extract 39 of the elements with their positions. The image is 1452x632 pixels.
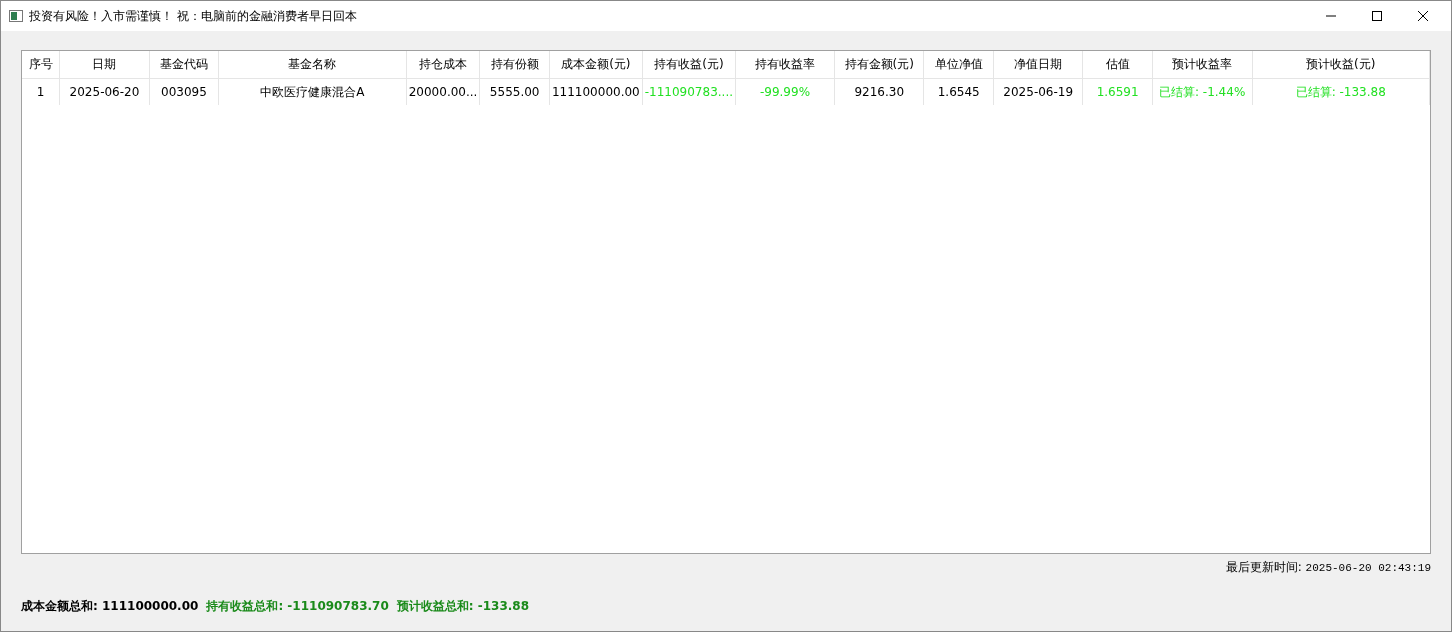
table-cell: 已结算: -1.44% [1152, 78, 1252, 105]
table-cell: -111090783.... [642, 78, 736, 105]
last-update-label: 最后更新时间: [1225, 560, 1302, 574]
column-header[interactable]: 预计收益率 [1152, 51, 1252, 78]
column-header[interactable]: 单位净值 [924, 51, 994, 78]
column-header[interactable]: 日期 [59, 51, 150, 78]
close-icon [1418, 11, 1428, 21]
summary-total: 成本金额总和: 111100000.00 [21, 597, 199, 615]
column-header[interactable]: 估值 [1083, 51, 1153, 78]
table-cell: 中欧医疗健康混合A [218, 78, 407, 105]
table-cell: 1 [22, 78, 60, 105]
column-header[interactable]: 基金代码 [149, 51, 219, 78]
column-header[interactable]: 持有收益(元) [642, 51, 736, 78]
table-cell: 20000.00... [406, 78, 480, 105]
app-icon [9, 10, 23, 22]
table-cell: 111100000.00 [549, 78, 643, 105]
table-cell: 9216.30 [834, 78, 924, 105]
column-header[interactable]: 序号 [22, 51, 60, 78]
table-cell: -99.99% [735, 78, 835, 105]
table-cell: 003095 [149, 78, 219, 105]
table-cell: 2025-06-20 [59, 78, 150, 105]
table-cell: 1.6545 [924, 78, 994, 105]
column-header[interactable]: 净值日期 [993, 51, 1083, 78]
column-header[interactable]: 持有份额 [479, 51, 550, 78]
column-header[interactable]: 预计收益(元) [1252, 51, 1430, 78]
window-title: 投资有风险！入市需谨慎！ 祝：电脑前的金融消费者早日回本 [29, 8, 357, 25]
last-update-time: 2025-06-20 02:43:19 [1305, 562, 1431, 574]
summary-total: 预计收益总和: -133.88 [396, 597, 530, 615]
table-cell: 已结算: -133.88 [1252, 78, 1430, 105]
column-header[interactable]: 持仓成本 [406, 51, 480, 78]
table-cell: 1.6591 [1083, 78, 1153, 105]
column-header[interactable]: 持有金额(元) [834, 51, 924, 78]
column-header[interactable]: 基金名称 [218, 51, 407, 78]
column-header[interactable]: 持有收益率 [735, 51, 835, 78]
table-cell: 2025-06-19 [993, 78, 1083, 105]
summary-total: 持有收益总和: -111090783.70 [206, 597, 389, 615]
maximize-icon [1372, 11, 1382, 21]
column-header[interactable]: 成本金额(元) [549, 51, 643, 78]
table-cell: 5555.00 [479, 78, 550, 105]
